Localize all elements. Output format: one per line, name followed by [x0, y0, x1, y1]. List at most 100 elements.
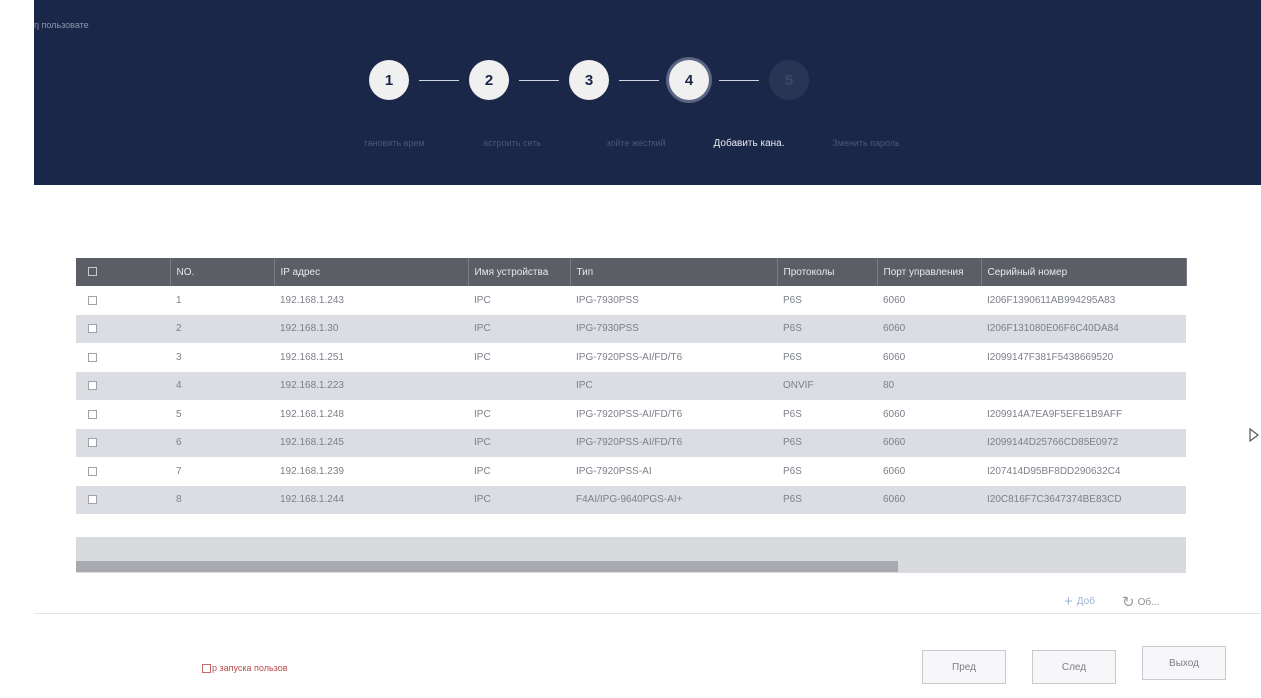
column-header-protocol[interactable]: Протоколы — [777, 258, 878, 286]
checkbox-icon[interactable] — [88, 267, 97, 277]
table-row[interactable]: 6 192.168.1.245 IPC IPG-7920PSS-AI/FD/T6… — [76, 428, 1186, 458]
cell-ip: 192.168.1.243 — [280, 294, 344, 306]
add-device-label: Доб — [1076, 596, 1095, 607]
cursor-icon — [1249, 428, 1259, 442]
next-button[interactable]: След — [1032, 650, 1116, 684]
cell-no: 8 — [176, 494, 182, 506]
cell-port: 6060 — [883, 294, 906, 306]
cell-ip: 192.168.1.248 — [280, 408, 344, 420]
cell-serial: I2099144D25766CD85E0972 — [987, 437, 1119, 449]
step-2-circle[interactable]: 2 — [469, 60, 509, 100]
add-device-button[interactable]: + Доб — [1064, 593, 1095, 610]
step-4-circle[interactable]: 4 — [669, 60, 709, 100]
cell-type: IPG-7920PSS-AI — [576, 465, 652, 477]
refresh-label: Об... — [1137, 597, 1160, 608]
cell-device-name: IPC — [474, 465, 491, 477]
exit-button[interactable]: Выход — [1142, 646, 1226, 680]
column-header-type[interactable]: Тип — [570, 258, 778, 286]
refresh-button[interactable]: ↻ Об... — [1122, 593, 1159, 611]
cell-port: 6060 — [883, 351, 906, 363]
column-header-ip[interactable]: IP адрес — [274, 258, 469, 286]
cell-protocol: P6S — [783, 351, 802, 363]
row-checkbox[interactable] — [76, 400, 170, 429]
table-row[interactable]: 8 192.168.1.244 IPC F4AI/IPG-9640PGS-AI+… — [76, 485, 1186, 515]
horizontal-scrollbar[interactable] — [76, 537, 1186, 573]
cell-port: 80 — [883, 380, 895, 392]
column-header-no[interactable]: NO. — [170, 258, 275, 286]
cell-serial: I207414D95BF8DD290632C4 — [987, 465, 1121, 477]
cell-protocol: P6S — [783, 494, 802, 506]
checkbox-icon[interactable] — [202, 663, 211, 673]
step-3-circle[interactable]: 3 — [569, 60, 609, 100]
refresh-icon: ↻ — [1122, 594, 1135, 611]
cell-serial: I2099147F381F5438669520 — [987, 351, 1114, 363]
step-5-label: Зменить пароль — [832, 138, 900, 148]
cell-type: IPG-7920PSS-AI/FD/T6 — [576, 408, 683, 420]
checkbox-icon[interactable] — [88, 409, 97, 419]
row-checkbox[interactable] — [76, 286, 170, 315]
step-1-circle[interactable]: 1 — [369, 60, 409, 100]
device-table: NO. IP адрес Имя устройства Тип Протокол… — [76, 258, 1187, 515]
cell-protocol: P6S — [783, 408, 802, 420]
cell-device-name: IPC — [474, 323, 491, 335]
checkbox-icon[interactable] — [88, 495, 97, 505]
cell-no: 4 — [176, 380, 182, 392]
checkbox-icon[interactable] — [88, 381, 97, 391]
cell-type: IPG-7920PSS-AI/FD/T6 — [576, 351, 683, 363]
checkbox-icon[interactable] — [88, 352, 97, 362]
step-connector — [419, 80, 459, 81]
cell-ip: 192.168.1.30 — [280, 323, 339, 335]
step-connector — [619, 80, 659, 81]
cell-ip: 192.168.1.223 — [280, 380, 344, 392]
cell-device-name — [468, 372, 570, 401]
cell-device-name: IPC — [474, 437, 491, 449]
cell-port: 6060 — [883, 437, 906, 449]
table-header: NO. IP адрес Имя устройства Тип Протокол… — [76, 258, 1187, 286]
table-row[interactable]: 5 192.168.1.248 IPC IPG-7920PSS-AI/FD/T6… — [76, 400, 1186, 429]
cell-no: 6 — [176, 437, 182, 449]
select-all-checkbox[interactable] — [76, 258, 171, 286]
divider — [34, 613, 1261, 614]
page-title: η пользовате — [34, 20, 89, 30]
table-row[interactable]: 4 192.168.1.223 IPC ONVIF 80 — [76, 371, 1186, 401]
scrollbar-thumb[interactable] — [76, 561, 898, 572]
cell-port: 6060 — [883, 494, 906, 506]
startup-wizard-checkbox[interactable]: р запуска пользов — [202, 663, 288, 673]
column-header-device-name[interactable]: Имя устройства — [468, 258, 571, 286]
step-5-circle[interactable]: 5 — [769, 60, 809, 100]
row-checkbox[interactable] — [76, 315, 170, 344]
cell-port: 6060 — [883, 465, 906, 477]
plus-icon: + — [1064, 593, 1073, 610]
prev-button[interactable]: Пред — [922, 650, 1006, 684]
step-2-label: астроить сеть — [483, 138, 541, 148]
wizard-steps: 1 2 3 4 5 — [369, 60, 929, 104]
table-row[interactable]: 2 192.168.1.30 IPC IPG-7930PSS P6S 6060 … — [76, 314, 1186, 344]
cell-serial: I209914A7EA9F5EFE1B9AFF — [987, 408, 1123, 420]
table-row[interactable]: 3 192.168.1.251 IPC IPG-7920PSS-AI/FD/T6… — [76, 343, 1186, 372]
row-checkbox[interactable] — [76, 343, 170, 372]
column-header-port[interactable]: Порт управления — [877, 258, 982, 286]
table-row[interactable]: 7 192.168.1.239 IPC IPG-7920PSS-AI P6S 6… — [76, 457, 1186, 486]
row-checkbox[interactable] — [76, 457, 170, 486]
row-checkbox[interactable] — [76, 486, 170, 515]
checkbox-icon[interactable] — [88, 324, 97, 334]
table-row[interactable]: 1 192.168.1.243 IPC IPG-7930PSS P6S 6060… — [76, 286, 1186, 315]
wizard-header: η пользовате 1 2 3 4 5 тановить врем аст… — [34, 0, 1261, 185]
cell-serial: I20C816F7C3647374BE83CD — [987, 494, 1122, 506]
cell-ip: 192.168.1.251 — [280, 351, 344, 363]
cell-protocol: P6S — [783, 323, 802, 335]
checkbox-icon[interactable] — [88, 295, 97, 305]
cell-ip: 192.168.1.239 — [280, 465, 344, 477]
step-connector — [719, 80, 759, 81]
checkbox-icon[interactable] — [88, 466, 97, 476]
step-1-label: тановить врем — [363, 138, 425, 148]
cell-protocol: P6S — [783, 294, 802, 306]
main-content: NO. IP адрес Имя устройства Тип Протокол… — [34, 185, 1261, 698]
cell-no: 3 — [176, 351, 182, 363]
checkbox-icon[interactable] — [88, 438, 97, 448]
column-header-serial[interactable]: Серийный номер — [981, 258, 1187, 286]
cell-no: 5 — [176, 408, 182, 420]
row-checkbox[interactable] — [76, 429, 170, 458]
row-checkbox[interactable] — [76, 372, 170, 401]
step-4-label: Добавить кана. — [713, 138, 785, 149]
